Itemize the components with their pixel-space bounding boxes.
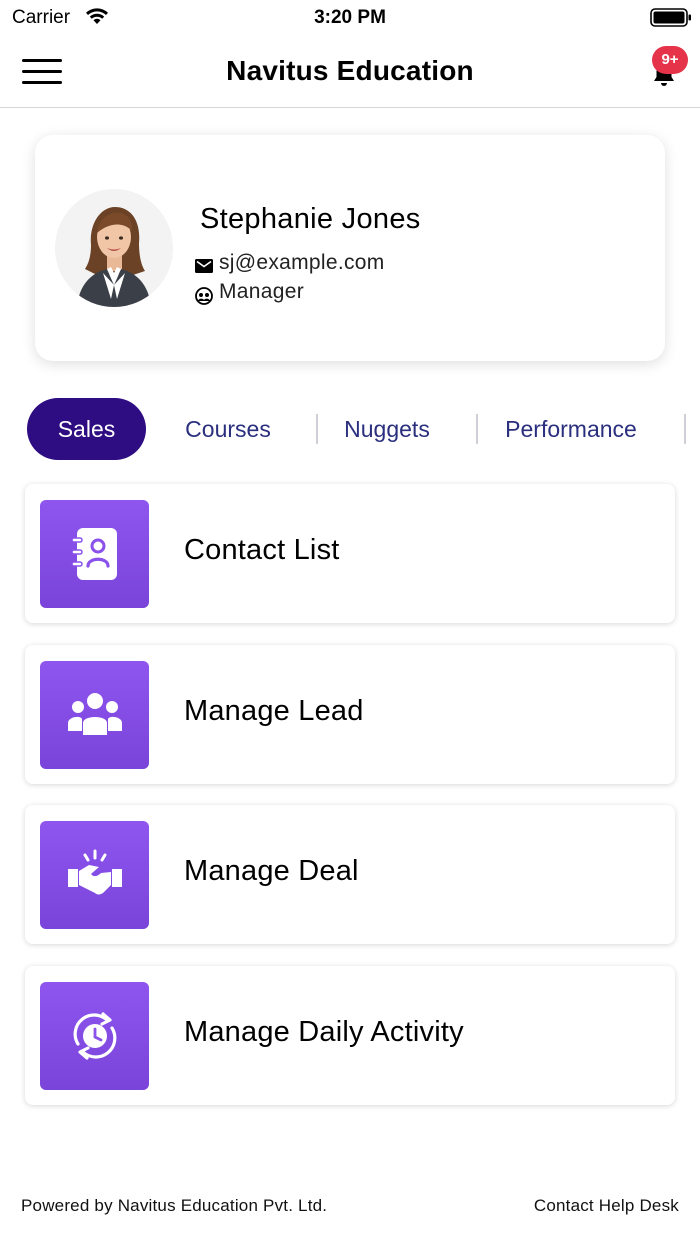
profile-email: sj@example.com <box>219 251 385 274</box>
card-label: Contact List <box>184 534 340 566</box>
card-icon-box <box>40 500 149 608</box>
contact-book-icon <box>71 528 117 580</box>
tab-nuggets[interactable]: Nuggets <box>328 398 446 460</box>
tab-courses[interactable]: Courses <box>168 398 288 460</box>
card-icon-box <box>40 661 149 769</box>
profile-name: Stephanie Jones <box>200 203 421 235</box>
avatar[interactable] <box>55 189 173 307</box>
tab-performance[interactable]: Performance <box>490 398 652 460</box>
clock-refresh-icon <box>73 1012 117 1060</box>
nav-bar: Navitus Education 9+ <box>0 36 700 108</box>
powered-by-text: Powered by Navitus Education Pvt. Ltd. <box>21 1196 328 1215</box>
manage-daily-activity-card[interactable]: Manage Daily Activity <box>25 966 675 1105</box>
manage-lead-card[interactable]: Manage Lead <box>25 645 675 784</box>
tab-divider <box>476 414 478 444</box>
handshake-icon <box>68 849 122 895</box>
card-icon-box <box>40 982 149 1090</box>
notification-badge: 9+ <box>652 46 688 74</box>
status-bar: Carrier 3:20 PM <box>0 0 700 36</box>
group-icon <box>68 693 122 735</box>
tab-bar: Sales Courses Nuggets Performance <box>0 398 700 460</box>
battery-icon <box>650 8 691 27</box>
contact-help-desk-link[interactable]: Contact Help Desk <box>534 1196 679 1216</box>
tab-divider <box>316 414 318 444</box>
tab-sales[interactable]: Sales <box>27 398 146 460</box>
card-label: Manage Deal <box>184 855 359 887</box>
contact-list-card[interactable]: Contact List <box>25 484 675 623</box>
manage-deal-card[interactable]: Manage Deal <box>25 805 675 944</box>
mail-icon <box>195 259 213 273</box>
tab-divider <box>684 414 686 444</box>
user-role-icon <box>195 287 213 305</box>
profile-card: Stephanie Jones sj@example.com Manager <box>35 135 665 361</box>
page-title: Navitus Education <box>226 55 474 86</box>
status-time: 3:20 PM <box>314 7 386 28</box>
card-label: Manage Daily Activity <box>184 1016 464 1048</box>
profile-role: Manager <box>219 280 304 303</box>
card-icon-box <box>40 821 149 929</box>
avatar-image <box>55 189 173 307</box>
notifications-button[interactable]: 9+ <box>646 46 690 90</box>
card-label: Manage Lead <box>184 695 364 727</box>
